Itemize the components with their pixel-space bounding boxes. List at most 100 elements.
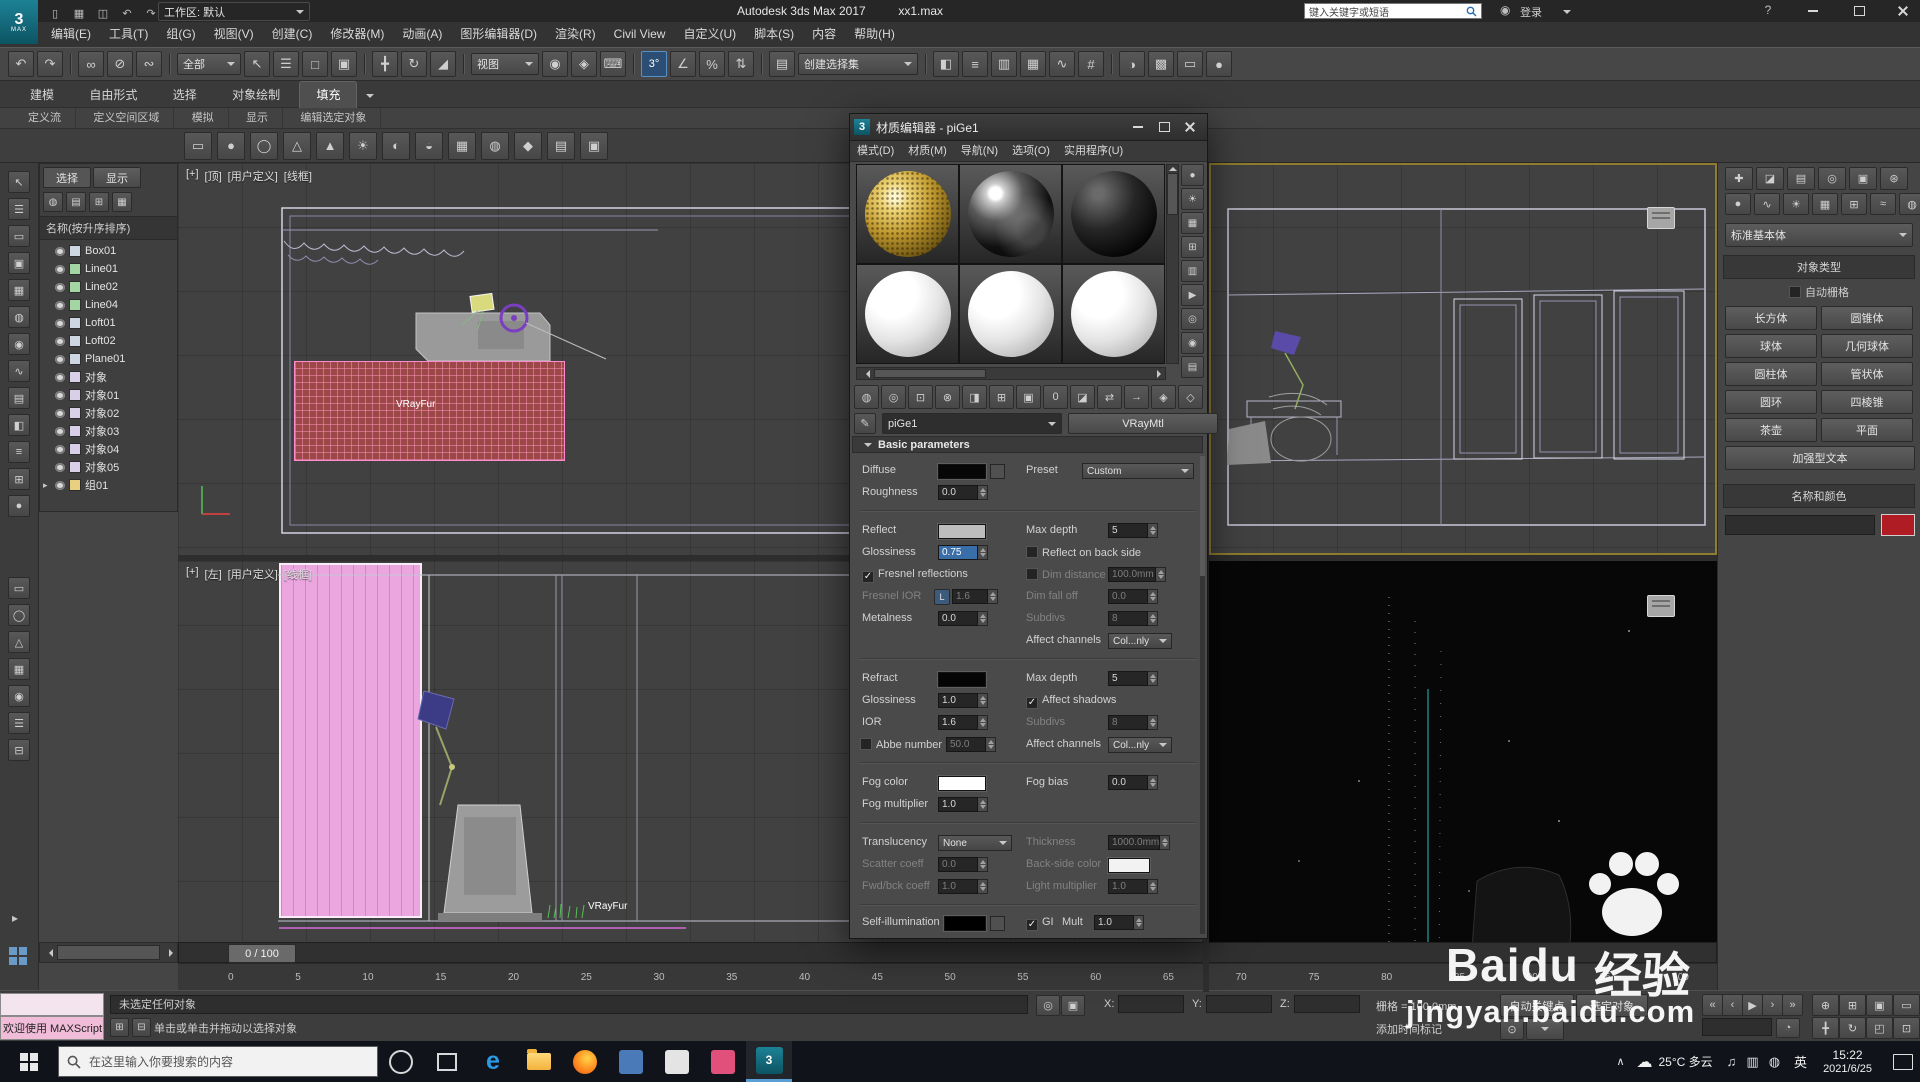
macro-recorder-field[interactable] [0,993,104,1016]
left-tool-icon[interactable]: ● [8,495,30,517]
ribbon-group-display[interactable]: 显示 [232,108,283,128]
diffuse-map-button[interactable] [990,464,1005,479]
scene-object-row[interactable]: 对象03 [40,422,177,440]
put-to-scene-icon[interactable]: ◎ [881,385,906,409]
maximize-button[interactable] [1846,2,1872,20]
explorer-header[interactable]: 名称(按升序排序) [40,216,177,240]
volume-icon[interactable]: ♫ [1727,1054,1737,1069]
notification-center-icon[interactable] [1886,1041,1920,1082]
spinner-arrows[interactable] [1148,879,1158,894]
sample-ui-icon[interactable]: ◇ [1178,385,1203,409]
visibility-eye-icon[interactable] [55,445,65,454]
material-editor-icon[interactable]: ◑ [1119,51,1145,77]
viewport-menu-general[interactable]: [+] [186,168,199,184]
reflect-back-side[interactable]: Reflect on back side [1026,546,1141,559]
object-label[interactable]: Line02 [85,281,118,293]
spinner-arrows[interactable] [978,485,988,500]
ribbon-tab-selection[interactable]: 选择 [157,82,213,108]
create-tab-icon[interactable]: ✚ [1725,167,1753,190]
explorer-hscrollbar[interactable] [39,942,178,963]
dim-distance-checkbox[interactable] [1026,568,1038,580]
left-tool-icon[interactable]: ∿ [8,360,30,382]
zoom-extents-icon[interactable]: ▣ [1866,994,1893,1016]
tray-chevron-icon[interactable]: ∧ [1616,1055,1624,1068]
material-editor-menu-item[interactable]: 材质(M) [901,141,954,161]
network-icon[interactable]: ▥ [1746,1054,1758,1070]
object-label[interactable]: 对象02 [85,405,119,421]
space-warps-category-icon[interactable]: ≈ [1870,193,1896,215]
primitive-button[interactable]: 球体 [1725,334,1817,358]
window-crossing-icon[interactable]: ▣ [331,51,357,77]
video-color-check-icon[interactable]: ▥ [1181,260,1204,282]
ime-language-indicator[interactable]: 英 [1794,1052,1807,1071]
diffuse-color-swatch[interactable] [938,464,986,479]
fresnel-checkbox[interactable]: ✓ [862,571,874,583]
menu-item[interactable]: 图形编辑器(D) [451,22,546,47]
lights-category-icon[interactable]: ☀ [1783,193,1809,215]
menu-item[interactable]: 视图(V) [205,22,263,47]
maximize-viewport-icon[interactable]: ◰ [1866,1017,1893,1039]
rectangular-region-icon[interactable]: □ [302,51,328,77]
primitive-button[interactable]: 四棱锥 [1821,390,1913,414]
scatter-coeff-field[interactable]: 0.0 [938,857,978,872]
object-label[interactable]: 对象05 [85,459,119,475]
explorer-tool-icon[interactable]: ▦ [112,192,132,212]
select-and-link-icon[interactable]: ∞ [78,51,104,77]
material-editor-titlebar[interactable]: 3 材质编辑器 - piGe1 [850,114,1207,141]
abbe-number[interactable]: Abbe number [860,738,942,751]
affect-shadows[interactable]: ✓Affect shadows [1026,694,1116,709]
keyboard-override-icon[interactable]: ⌨ [600,51,626,77]
help-icon[interactable]: ? [1760,3,1776,17]
zoom-all-icon[interactable]: ⊞ [1839,994,1866,1016]
spinner-arrows[interactable] [978,611,988,626]
shapes-category-icon[interactable]: ∿ [1754,193,1780,215]
menu-item[interactable]: Civil View [605,22,675,47]
maxscript-mini-listener[interactable]: 欢迎使用 MAXScript [0,1016,104,1040]
task-view-icon[interactable] [424,1041,470,1082]
material-editor-window[interactable]: 3 材质编辑器 - piGe1 模式(D)材质(M)导航(N)选项(O)实用程序… [849,113,1208,939]
material-editor-menu-item[interactable]: 选项(O) [1005,141,1057,161]
minimize-button[interactable] [1800,2,1826,20]
rollout-basic-parameters[interactable]: Basic parameters [852,436,1203,453]
left-tool-icon[interactable]: ◧ [8,414,30,436]
isolate-selection-icon[interactable]: ◎ [1036,995,1060,1016]
ribbon-tool-icon[interactable]: ◒ [415,132,443,160]
scene-object-row[interactable]: 对象01 [40,386,177,404]
firefox-icon[interactable] [562,1041,608,1082]
left-tool-icon[interactable]: ▤ [8,387,30,409]
select-and-rotate-icon[interactable]: ↻ [401,51,427,77]
angle-snap-icon[interactable]: ∠ [670,51,696,77]
put-to-library-icon[interactable]: ⊞ [989,385,1014,409]
ribbon-tab-freeform[interactable]: 自由形式 [73,82,153,108]
scene-object-row[interactable]: Loft02 [40,332,177,350]
clock[interactable]: 15:22 2021/6/25 [1823,1048,1872,1076]
clipboard-icon[interactable] [1647,595,1675,617]
fog-multiplier-field[interactable]: 1.0 [938,797,978,812]
visibility-eye-icon[interactable] [55,409,65,418]
max-depth-field[interactable]: 5 [1108,523,1148,538]
gi-checkbox[interactable]: ✓ [1026,919,1038,931]
visibility-eye-icon[interactable] [55,373,65,382]
ribbon-tool-icon[interactable]: ▭ [184,132,212,160]
go-to-parent-icon[interactable]: ⇄ [1097,385,1122,409]
abbe-field[interactable]: 50.0 [946,737,986,752]
menu-item[interactable]: 工具(T) [100,22,157,47]
spinner-arrows[interactable] [1148,589,1158,604]
menu-item[interactable]: 自定义(U) [674,22,745,47]
strip-expand-icon[interactable]: ▸ [12,911,18,925]
explorer-tool-icon[interactable]: ◍ [43,192,63,212]
spinner-arrows[interactable] [1148,775,1158,790]
object-label[interactable]: Box01 [85,245,116,257]
left-tool-icon[interactable]: ▦ [8,658,30,680]
visibility-eye-icon[interactable] [55,355,65,364]
spinner-arrows[interactable] [978,545,988,560]
visibility-eye-icon[interactable] [55,427,65,436]
select-and-manipulate-icon[interactable]: ◈ [571,51,597,77]
viewport-menu-shading[interactable]: [线框] [284,566,312,582]
fwd-bck-coeff-field[interactable]: 1.0 [938,879,978,894]
edge-icon[interactable]: e [470,1041,516,1082]
scene-object-row[interactable]: 对象05 [40,458,177,476]
options-icon[interactable]: ◎ [1181,308,1204,330]
scene-object-row[interactable]: Plane01 [40,350,177,368]
helpers-category-icon[interactable]: ⊞ [1841,193,1867,215]
